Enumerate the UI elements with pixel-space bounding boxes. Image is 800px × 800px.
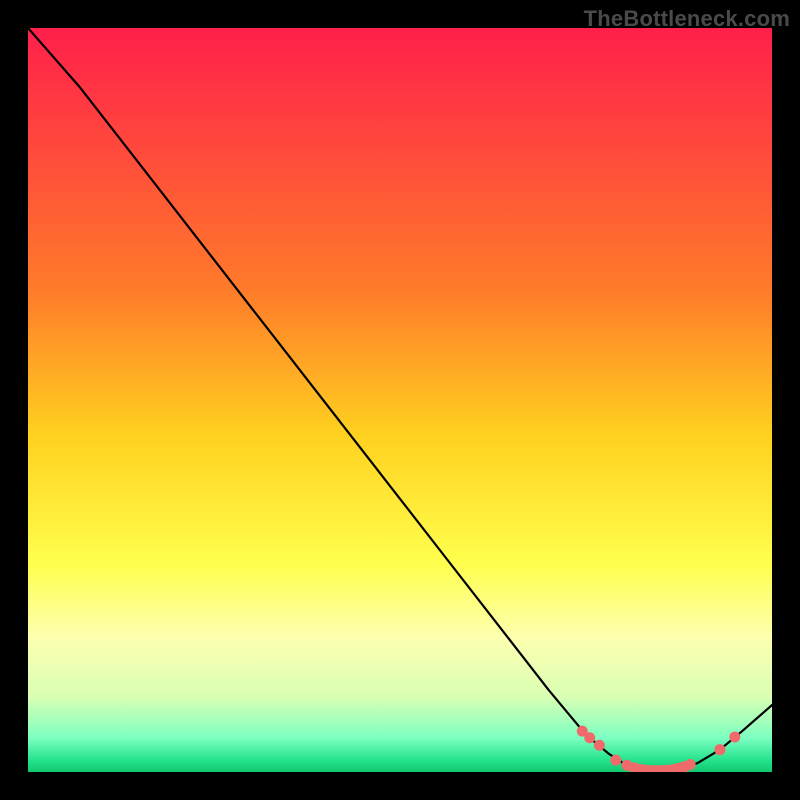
highlight-dot — [594, 740, 605, 751]
gradient-background — [28, 28, 772, 772]
highlight-dot — [685, 759, 696, 770]
watermark-text: TheBottleneck.com — [584, 6, 790, 32]
chart-plot-area — [28, 28, 772, 772]
highlight-dot — [729, 732, 740, 743]
highlight-dot — [584, 732, 595, 743]
chart-frame: TheBottleneck.com — [0, 0, 800, 800]
chart-svg — [28, 28, 772, 772]
highlight-dot — [610, 755, 621, 766]
highlight-dot — [714, 744, 725, 755]
